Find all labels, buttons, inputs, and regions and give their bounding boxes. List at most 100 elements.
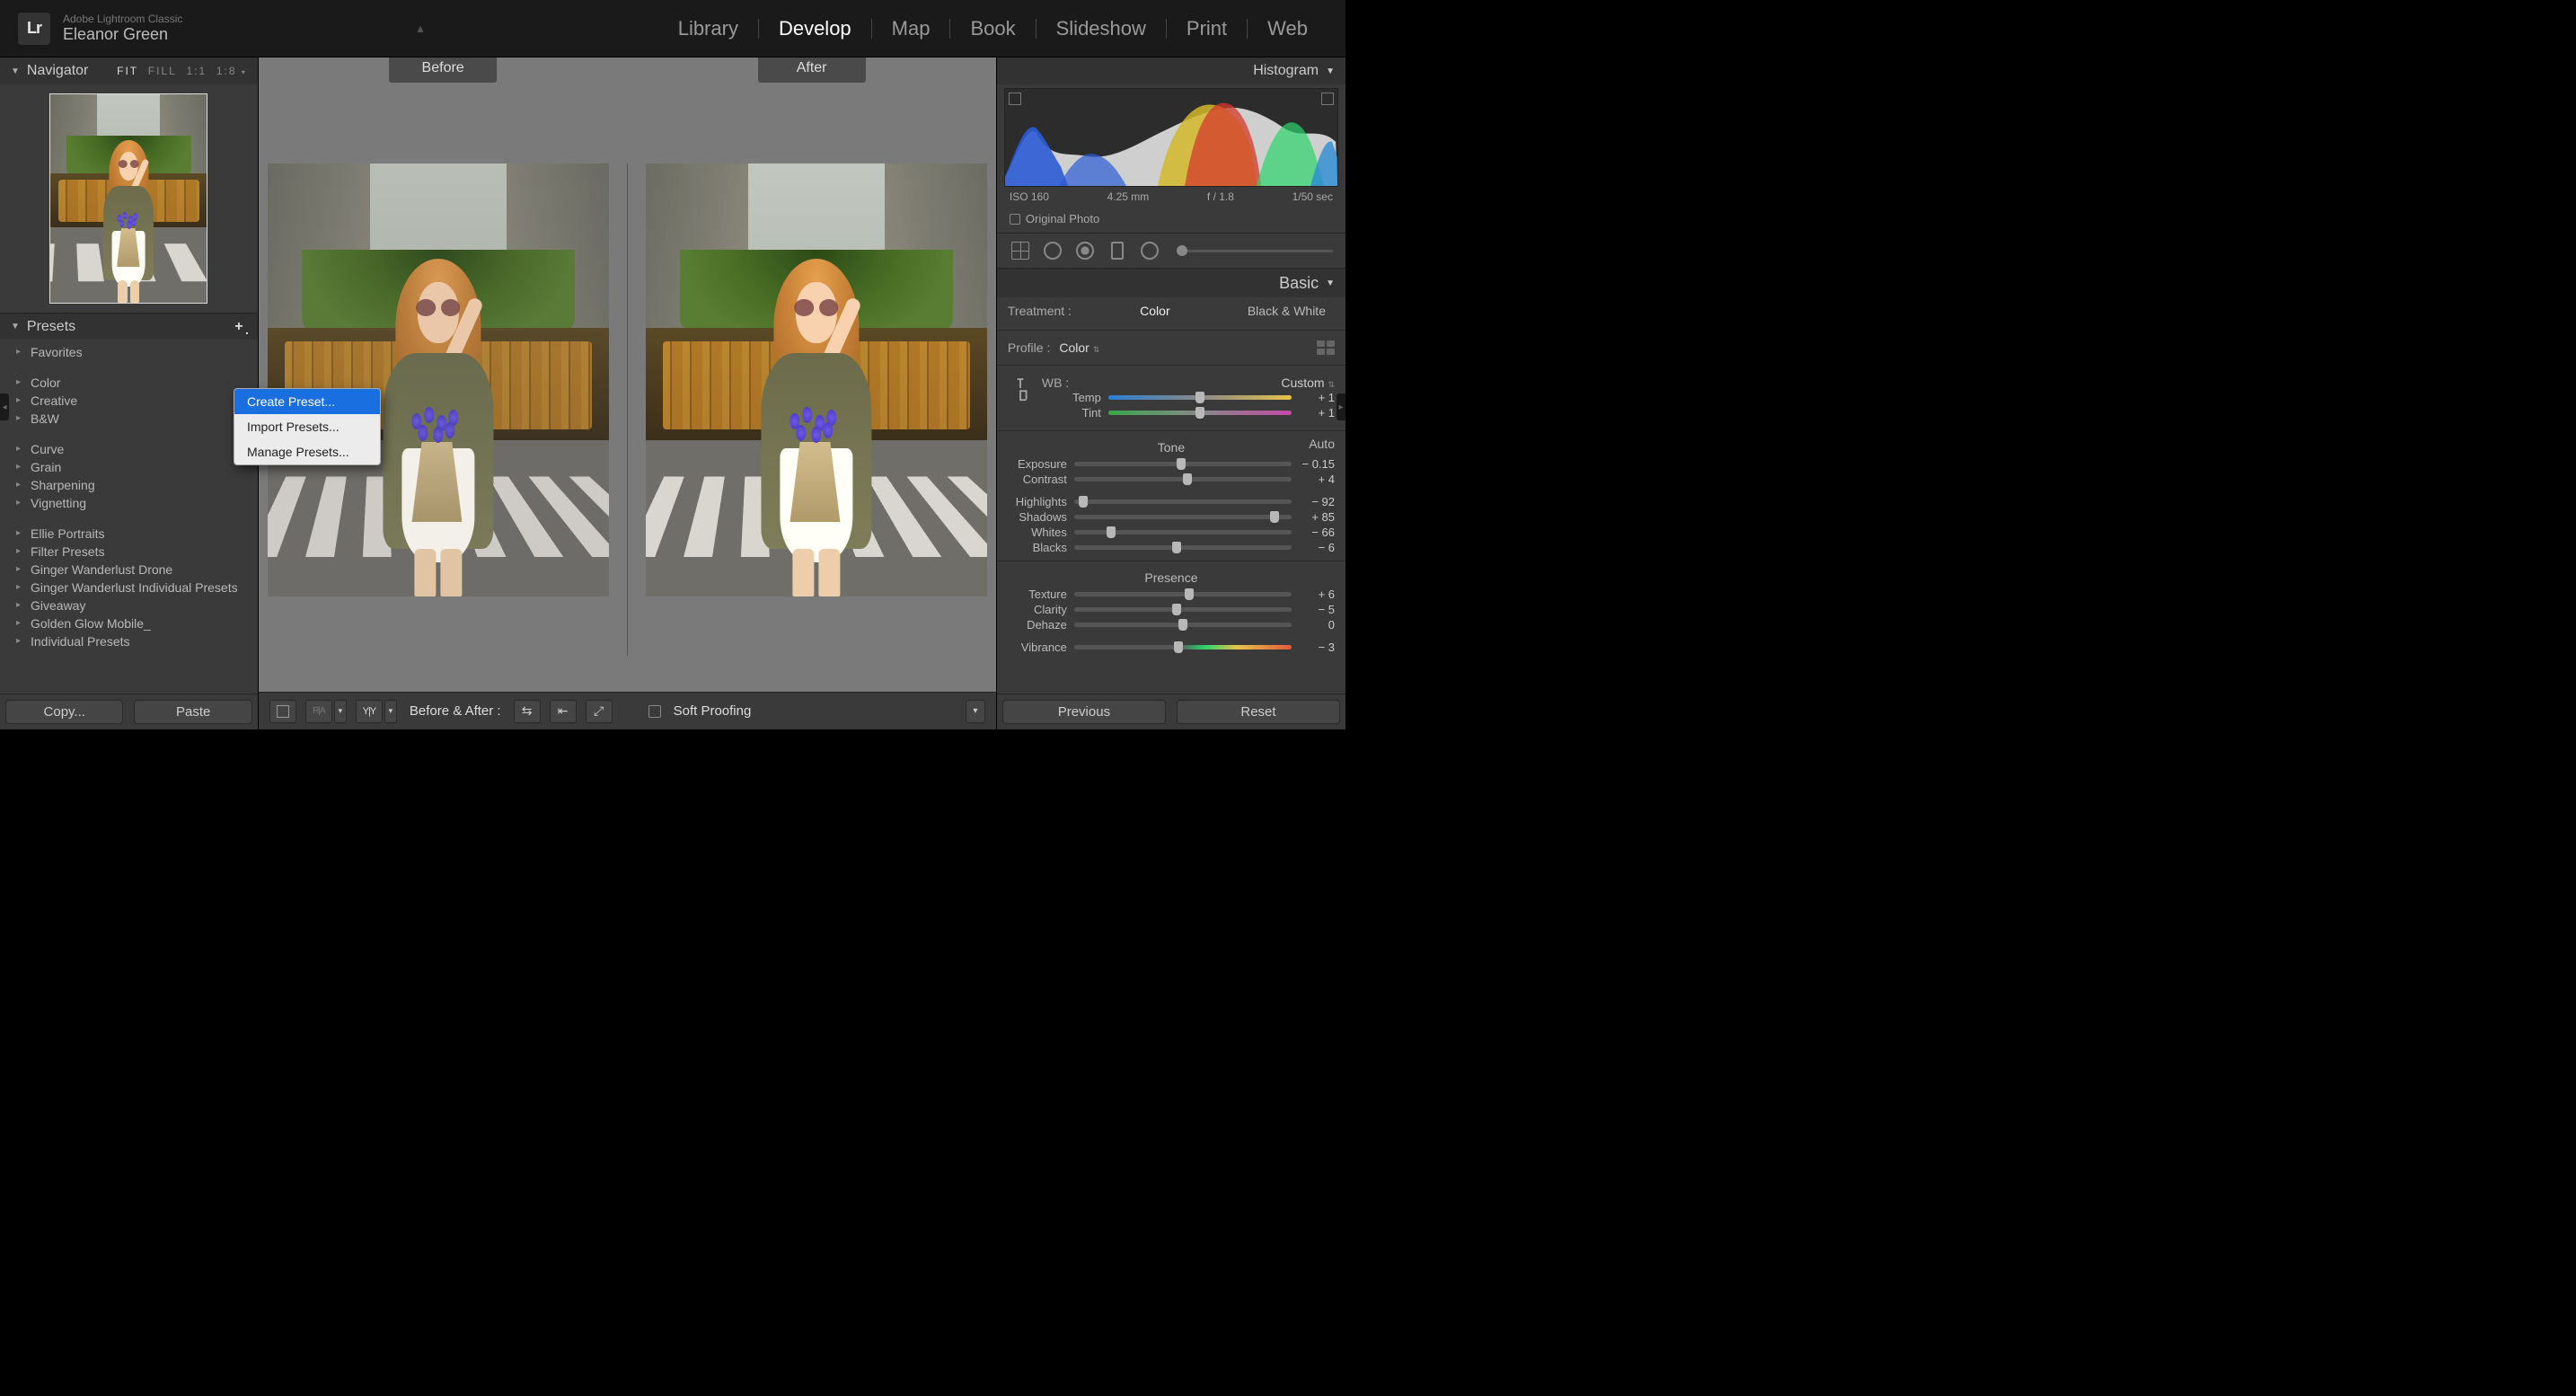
- collapse-icon: ▼: [1326, 66, 1335, 76]
- graduated-filter-tool-icon[interactable]: [1107, 240, 1128, 261]
- original-photo-checkbox[interactable]: [1010, 214, 1020, 225]
- preset-group[interactable]: B&W: [13, 410, 258, 428]
- add-preset-button[interactable]: +: [231, 319, 247, 335]
- navigator-header[interactable]: ▼ Navigator FIT FILL 1:1 1:8 ▾: [0, 57, 258, 84]
- radial-filter-tool-icon[interactable]: [1139, 240, 1160, 261]
- texture-slider[interactable]: [1074, 592, 1292, 596]
- temp-value[interactable]: + 1: [1299, 391, 1335, 404]
- module-library[interactable]: Library: [658, 17, 758, 40]
- app-name: Adobe Lightroom Classic: [63, 13, 182, 25]
- mask-slider[interactable]: [1177, 250, 1333, 252]
- module-map[interactable]: Map: [872, 17, 950, 40]
- after-label: After: [758, 57, 866, 83]
- preset-group[interactable]: Filter Presets: [13, 543, 258, 561]
- navigator-thumbnail[interactable]: [49, 93, 207, 304]
- preset-group[interactable]: Curve: [13, 440, 258, 458]
- whites-slider[interactable]: [1074, 530, 1292, 535]
- preset-group[interactable]: Giveaway: [13, 596, 258, 614]
- reference-view-button[interactable]: R|A: [305, 700, 332, 723]
- loupe-view-button[interactable]: [269, 700, 296, 723]
- menu-create-preset[interactable]: Create Preset...: [234, 389, 380, 414]
- collapse-icon: ▼: [11, 322, 20, 331]
- before-after-view-dropdown[interactable]: ▾: [384, 700, 397, 723]
- blacks-label: Blacks: [1008, 541, 1067, 554]
- before-image[interactable]: [268, 163, 609, 596]
- module-web[interactable]: Web: [1248, 17, 1328, 40]
- contrast-value[interactable]: + 4: [1299, 473, 1335, 486]
- tint-value[interactable]: + 1: [1299, 406, 1335, 420]
- exposure-slider[interactable]: [1074, 462, 1292, 466]
- module-slideshow[interactable]: Slideshow: [1037, 17, 1166, 40]
- profile-dropdown[interactable]: Color ⇅: [1059, 340, 1099, 355]
- profile-browser-icon[interactable]: [1317, 340, 1335, 355]
- soft-proofing-checkbox[interactable]: [648, 705, 661, 718]
- preset-group[interactable]: Grain: [13, 458, 258, 476]
- dehaze-value[interactable]: 0: [1299, 618, 1335, 632]
- reference-view-dropdown[interactable]: ▾: [334, 700, 347, 723]
- swap-before-after-button[interactable]: ⇆: [514, 700, 541, 723]
- module-develop[interactable]: Develop: [759, 17, 871, 40]
- clarity-value[interactable]: − 5: [1299, 603, 1335, 616]
- preset-group[interactable]: Individual Presets: [13, 632, 258, 650]
- preset-group[interactable]: Creative: [13, 392, 258, 410]
- copy-settings-button[interactable]: Copy...: [5, 700, 123, 724]
- temp-slider[interactable]: [1108, 395, 1292, 400]
- module-print[interactable]: Print: [1167, 17, 1247, 40]
- clarity-slider[interactable]: [1074, 607, 1292, 612]
- auto-tone-button[interactable]: Auto: [1309, 437, 1335, 451]
- shadows-slider[interactable]: [1074, 515, 1292, 519]
- top-panel-toggle-icon[interactable]: ▴: [182, 21, 657, 36]
- preset-group[interactable]: Favorites: [13, 343, 258, 361]
- highlights-slider[interactable]: [1074, 499, 1292, 504]
- exposure-label: Exposure: [1008, 457, 1067, 471]
- preset-group[interactable]: Ginger Wanderlust Individual Presets: [13, 579, 258, 596]
- exposure-value[interactable]: − 0.15: [1299, 457, 1335, 471]
- contrast-slider[interactable]: [1074, 477, 1292, 482]
- copy-after-to-before-button[interactable]: ⇤: [550, 700, 577, 723]
- copy-before-to-after-button[interactable]: ⤢: [586, 700, 613, 723]
- dehaze-slider[interactable]: [1074, 623, 1292, 627]
- right-panel-toggle-icon[interactable]: ▸: [1337, 393, 1345, 420]
- left-panel-toggle-icon[interactable]: ◂: [0, 393, 9, 420]
- shadow-clipping-icon[interactable]: [1009, 93, 1021, 105]
- blacks-value[interactable]: − 6: [1299, 541, 1335, 554]
- toolbar-options-dropdown[interactable]: ▾: [966, 700, 985, 723]
- preset-group[interactable]: Color: [13, 374, 258, 392]
- highlight-clipping-icon[interactable]: [1321, 93, 1334, 105]
- menu-manage-presets[interactable]: Manage Presets...: [234, 439, 380, 464]
- presets-header[interactable]: ▼ Presets +: [0, 313, 258, 340]
- white-balance-dropper-icon[interactable]: [1002, 370, 1038, 406]
- crop-tool-icon[interactable]: [1010, 240, 1031, 261]
- preset-group[interactable]: Sharpening: [13, 476, 258, 494]
- before-after-view-button[interactable]: Y|Y: [356, 700, 383, 723]
- wb-dropdown[interactable]: Custom ⇅: [1281, 376, 1335, 390]
- shadows-value[interactable]: + 85: [1299, 510, 1335, 524]
- vibrance-slider[interactable]: [1074, 645, 1292, 649]
- after-image[interactable]: [646, 163, 987, 596]
- red-eye-tool-icon[interactable]: [1074, 240, 1096, 261]
- reset-button[interactable]: Reset: [1177, 700, 1340, 724]
- texture-value[interactable]: + 6: [1299, 588, 1335, 601]
- treatment-bw-button[interactable]: Black & White: [1239, 302, 1335, 320]
- previous-button[interactable]: Previous: [1002, 700, 1166, 724]
- spot-removal-tool-icon[interactable]: [1042, 240, 1063, 261]
- histogram-header[interactable]: Histogram ▼: [997, 57, 1345, 84]
- whites-value[interactable]: − 66: [1299, 526, 1335, 539]
- preset-group[interactable]: Ellie Portraits: [13, 525, 258, 543]
- preset-group[interactable]: Vignetting: [13, 494, 258, 512]
- preset-group[interactable]: Golden Glow Mobile_: [13, 614, 258, 632]
- presets-list[interactable]: Favorites Color Creative B&W Curve Grain…: [0, 340, 258, 694]
- navigator-zoom[interactable]: FIT FILL 1:1 1:8 ▾: [117, 65, 247, 77]
- compare-divider: [627, 163, 628, 656]
- paste-settings-button[interactable]: Paste: [134, 700, 251, 724]
- menu-import-presets[interactable]: Import Presets...: [234, 414, 380, 439]
- preset-group[interactable]: Ginger Wanderlust Drone: [13, 561, 258, 579]
- basic-panel-header[interactable]: Basic ▼: [997, 269, 1345, 297]
- highlights-value[interactable]: − 92: [1299, 495, 1335, 508]
- module-book[interactable]: Book: [950, 17, 1035, 40]
- histogram[interactable]: [1004, 88, 1338, 187]
- treatment-color-button[interactable]: Color: [1131, 302, 1178, 320]
- vibrance-value[interactable]: − 3: [1299, 641, 1335, 654]
- tint-slider[interactable]: [1108, 411, 1292, 415]
- blacks-slider[interactable]: [1074, 545, 1292, 550]
